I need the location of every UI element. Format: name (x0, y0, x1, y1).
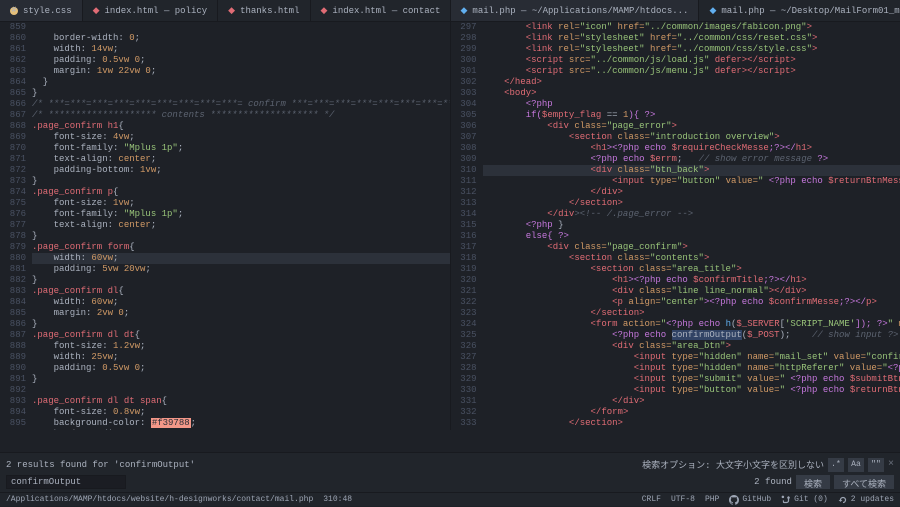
find-input[interactable] (6, 475, 126, 489)
tab-label: thanks.html (240, 6, 299, 16)
tab-label: index.html — contact (332, 6, 440, 16)
find-all-button[interactable]: すべて検索 (834, 475, 894, 489)
github-link[interactable]: GitHub (729, 495, 771, 505)
gutter-right: 2972982993003013023033043053063073083093… (451, 22, 483, 430)
gutter-left: 8598608618628638648658668678688698708718… (0, 22, 32, 430)
tab-bar-left: #style.css◆index.html — policy◆thanks.ht… (0, 0, 450, 22)
tab[interactable]: #style.css (0, 0, 83, 21)
git-branch[interactable]: Git (0) (781, 495, 828, 505)
cursor-position[interactable]: 310:48 (323, 495, 352, 504)
code-left[interactable]: border-width: 0; width: 14vw; padding: 0… (32, 22, 450, 430)
updates[interactable]: 2 updates (838, 495, 894, 505)
github-icon (729, 495, 739, 505)
search-results-count: 2 results found for 'confirmOutput' (6, 460, 195, 470)
case-toggle-icon[interactable]: Aa (848, 458, 864, 472)
editor-left[interactable]: 8598608618628638648658668678688698708718… (0, 22, 450, 430)
editor-pane-left: #style.css◆index.html — policy◆thanks.ht… (0, 0, 451, 430)
regex-toggle-icon[interactable]: .* (828, 458, 844, 472)
line-ending[interactable]: CRLF (642, 495, 661, 504)
tab-label: mail.php — ~/Applications/MAMP/htdocs... (472, 6, 688, 16)
tab[interactable]: ◆mail.php — ~/Desktop/MailForm01_mul... (699, 0, 900, 21)
find-replace-panel: 2 results found for 'confirmOutput' 検索オプ… (0, 452, 900, 492)
git-branch-icon (781, 495, 791, 505)
tab-label: index.html — policy (105, 6, 208, 16)
tab[interactable]: ◆thanks.html (218, 0, 310, 21)
language-mode[interactable]: PHP (705, 495, 719, 504)
sync-icon (838, 495, 848, 505)
tab-label: style.css (23, 6, 72, 16)
tab[interactable]: ◆index.html — contact (311, 0, 451, 21)
found-count: 2 found (754, 477, 792, 487)
encoding[interactable]: UTF-8 (671, 495, 695, 504)
code-right[interactable]: <link rel="icon" href="../common/images/… (483, 22, 900, 430)
status-bar: /Applications/MAMP/htdocs/website/h-desi… (0, 492, 900, 506)
find-button[interactable]: 検索 (796, 475, 830, 489)
editor-right[interactable]: 2972982993003013023033043053063073083093… (451, 22, 900, 430)
tab-bar-right: ◆mail.php — ~/Applications/MAMP/htdocs..… (451, 0, 900, 22)
file-path[interactable]: /Applications/MAMP/htdocs/website/h-desi… (6, 495, 313, 504)
tab[interactable]: ◆mail.php — ~/Applications/MAMP/htdocs..… (451, 0, 700, 21)
editor-pane-right: ◆mail.php — ~/Applications/MAMP/htdocs..… (451, 0, 900, 430)
tab-label: mail.php — ~/Desktop/MailForm01_mul... (721, 6, 900, 16)
whole-word-toggle-icon[interactable]: "" (868, 458, 884, 472)
tab[interactable]: ◆index.html — policy (83, 0, 219, 21)
close-icon[interactable]: × (888, 459, 894, 470)
search-options-label: 検索オプション: 大文字小文字を区別しない (642, 458, 824, 471)
